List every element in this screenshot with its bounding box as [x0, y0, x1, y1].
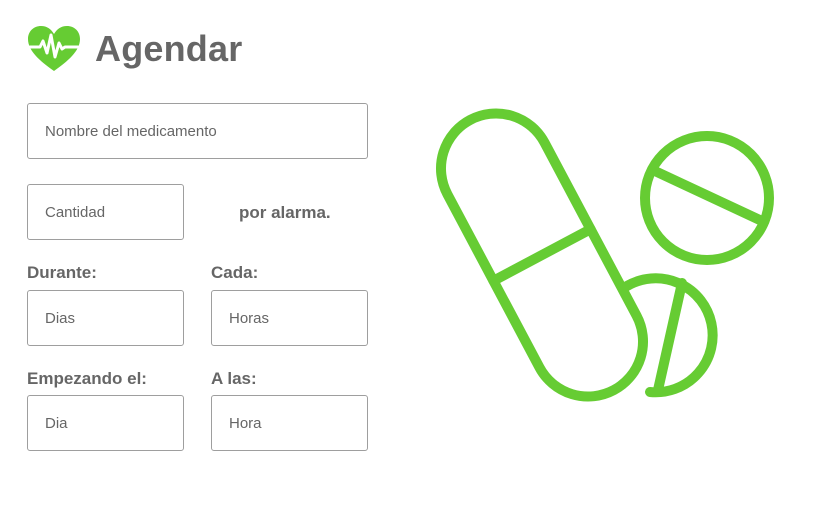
- page-title: Agendar: [95, 28, 243, 69]
- start-date-label: Empezando el:: [27, 369, 147, 388]
- interval-hours-field[interactable]: [211, 290, 368, 346]
- header: Agendar: [26, 24, 242, 74]
- heart-pulse-icon: [28, 26, 80, 71]
- duration-label: Durante:: [27, 263, 97, 282]
- medication-name-input[interactable]: [28, 104, 367, 158]
- quantity-input[interactable]: [28, 185, 183, 239]
- start-hour-input[interactable]: [212, 396, 367, 450]
- start-day-input[interactable]: [28, 396, 183, 450]
- medication-name-field[interactable]: [27, 103, 368, 159]
- per-alarm-label: por alarma.: [239, 203, 331, 222]
- schedule-page: Agendar por alarma. Durante: Cada: Empez…: [0, 0, 839, 510]
- interval-label: Cada:: [211, 263, 259, 282]
- pills-icon: [435, 108, 774, 402]
- duration-days-field[interactable]: [27, 290, 184, 346]
- duration-days-input[interactable]: [28, 291, 183, 345]
- start-day-field[interactable]: [27, 395, 184, 451]
- start-hour-field[interactable]: [211, 395, 368, 451]
- quantity-field[interactable]: [27, 184, 184, 240]
- interval-hours-input[interactable]: [212, 291, 367, 345]
- start-time-label: A las:: [211, 369, 257, 388]
